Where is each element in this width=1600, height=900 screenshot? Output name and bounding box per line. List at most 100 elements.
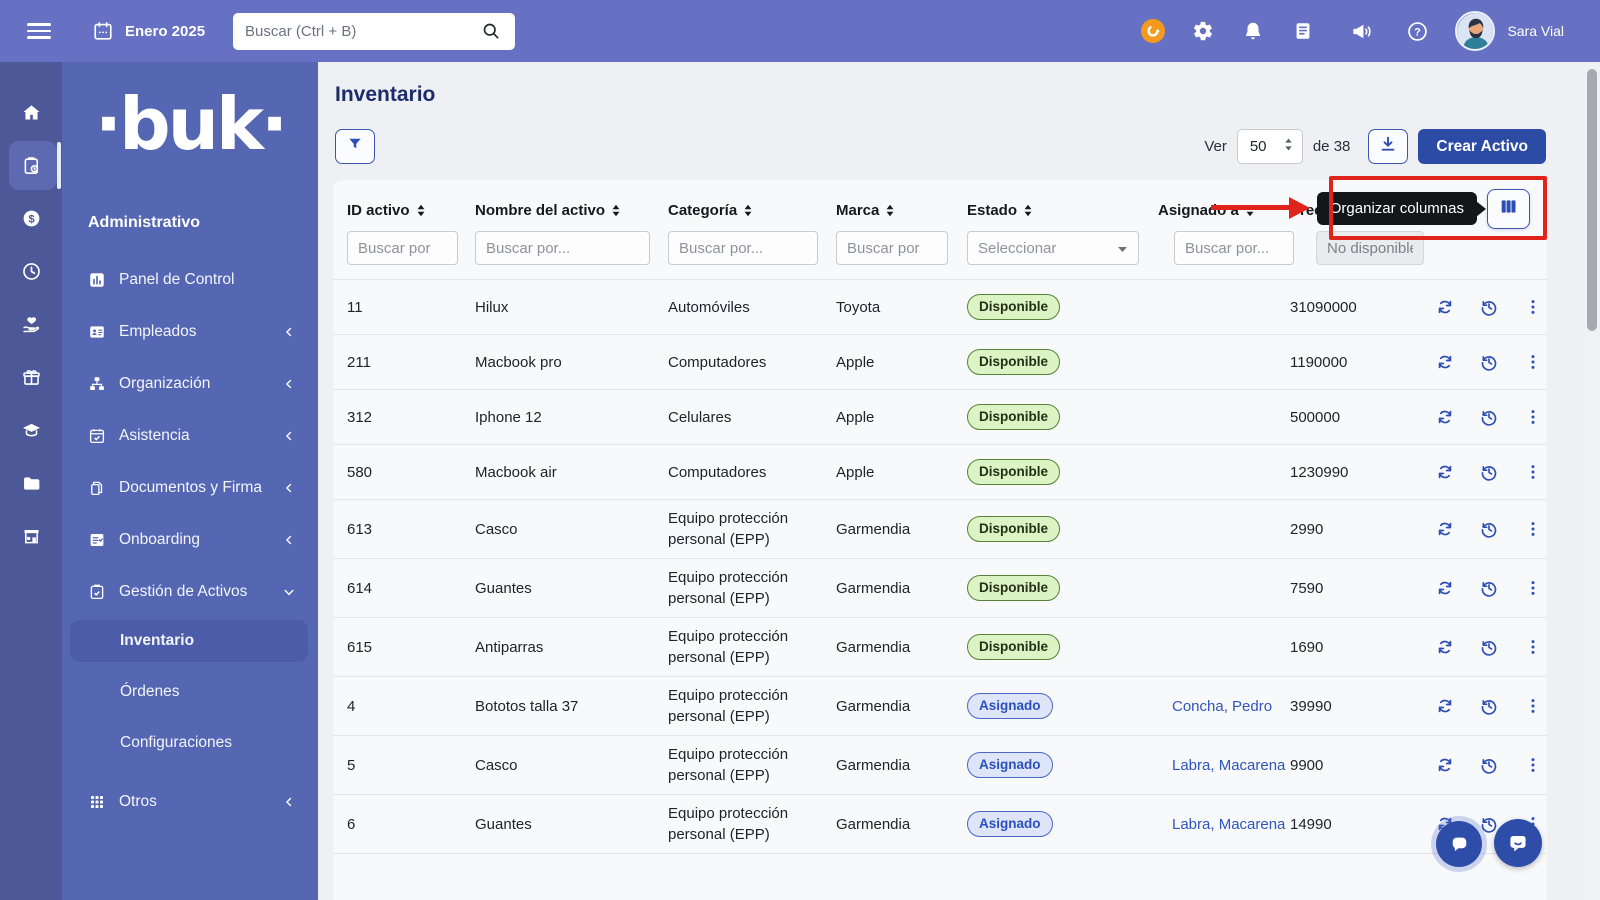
- benefits-icon[interactable]: [0, 298, 62, 351]
- assigned-link[interactable]: [1158, 354, 1172, 371]
- assigned-link[interactable]: [1158, 639, 1172, 656]
- assigned-link[interactable]: [1158, 464, 1172, 481]
- assigned-link[interactable]: [1158, 521, 1172, 538]
- sidebar-subitem-ordenes[interactable]: Órdenes: [70, 671, 308, 713]
- sync-icon[interactable]: [1435, 462, 1455, 482]
- sidebar-item-organizacion[interactable]: Organización: [62, 358, 318, 410]
- row-menu-icon[interactable]: [1523, 462, 1543, 482]
- store-icon[interactable]: [0, 510, 62, 563]
- filter-category-input[interactable]: [668, 231, 818, 265]
- history-icon[interactable]: [1479, 637, 1499, 657]
- filter-status-select[interactable]: Seleccionar: [967, 231, 1139, 265]
- caret-down-icon: [1117, 240, 1128, 257]
- row-menu-icon[interactable]: [1523, 637, 1543, 657]
- bell-icon[interactable]: [1241, 19, 1265, 43]
- messenger-button[interactable]: [1494, 819, 1542, 867]
- history-icon[interactable]: [1479, 462, 1499, 482]
- history-icon[interactable]: [1479, 297, 1499, 317]
- sidebar-item-otros[interactable]: Otros: [62, 776, 318, 828]
- hamburger-menu-icon[interactable]: [27, 19, 51, 43]
- sidebar-item-gestion-de-activos[interactable]: Gestión de Activos: [62, 566, 318, 618]
- buk-logo: ·buk·: [62, 62, 318, 173]
- sort-icon: [416, 204, 426, 217]
- sync-icon[interactable]: [1435, 578, 1455, 598]
- sidebar-item-onboarding[interactable]: Onboarding: [62, 514, 318, 566]
- row-menu-icon[interactable]: [1523, 755, 1543, 775]
- assigned-link[interactable]: Labra, Macarena: [1158, 816, 1285, 833]
- page-title: Inventario: [335, 83, 435, 107]
- row-menu-icon[interactable]: [1523, 407, 1543, 427]
- cell-id: 580: [347, 462, 475, 483]
- download-button[interactable]: [1368, 129, 1408, 164]
- create-asset-button[interactable]: Crear Activo: [1418, 129, 1546, 164]
- history-icon[interactable]: [1479, 755, 1499, 775]
- gear-icon[interactable]: [1191, 19, 1215, 43]
- history-icon[interactable]: [1479, 352, 1499, 372]
- cell-category: Equipo protección personal (EPP): [668, 567, 836, 609]
- sync-icon[interactable]: [1435, 519, 1455, 539]
- education-icon[interactable]: [0, 404, 62, 457]
- history-icon[interactable]: [1479, 407, 1499, 427]
- history-icon[interactable]: [1479, 696, 1499, 716]
- row-menu-icon[interactable]: [1523, 696, 1543, 716]
- filter-id-input[interactable]: [347, 231, 458, 265]
- user-name[interactable]: Sara Vial: [1507, 23, 1564, 39]
- cell-price: 500000: [1290, 407, 1423, 428]
- sync-icon[interactable]: [1435, 407, 1455, 427]
- sync-icon[interactable]: [1435, 696, 1455, 716]
- news-icon[interactable]: [1291, 19, 1315, 43]
- sync-icon[interactable]: [1435, 352, 1455, 372]
- column-header-marca[interactable]: Marca: [836, 202, 967, 219]
- global-search[interactable]: [233, 13, 515, 50]
- scrollbar[interactable]: [1584, 64, 1600, 900]
- column-header-nombre[interactable]: Nombre del activo: [475, 202, 668, 219]
- row-menu-icon[interactable]: [1523, 352, 1543, 372]
- filter-name-input[interactable]: [475, 231, 650, 265]
- row-menu-icon[interactable]: [1523, 519, 1543, 539]
- home-icon[interactable]: [0, 86, 62, 139]
- chat-bubble-button[interactable]: [1436, 821, 1482, 867]
- filter-brand-input[interactable]: [836, 231, 948, 265]
- sidebar-item-empleados[interactable]: Empleados: [62, 306, 318, 358]
- column-header-estado[interactable]: Estado: [967, 202, 1158, 219]
- clock-icon[interactable]: [0, 245, 62, 298]
- sidebar-item-panel-de-control[interactable]: Panel de Control: [62, 254, 318, 306]
- scrollbar-thumb[interactable]: [1587, 69, 1597, 331]
- sync-icon[interactable]: [1435, 755, 1455, 775]
- filter-assigned-input[interactable]: [1174, 231, 1294, 265]
- history-icon[interactable]: [1479, 519, 1499, 539]
- user-avatar[interactable]: [1455, 11, 1495, 51]
- history-icon[interactable]: [1479, 578, 1499, 598]
- assigned-link[interactable]: Labra, Macarena: [1158, 757, 1285, 774]
- assigned-link[interactable]: Concha, Pedro: [1158, 698, 1272, 715]
- search-icon[interactable]: [479, 19, 503, 43]
- files-icon[interactable]: [0, 457, 62, 510]
- megaphone-icon[interactable]: [1349, 19, 1373, 43]
- cell-brand: Garmendia: [836, 814, 967, 835]
- assistant-icon[interactable]: [1141, 19, 1165, 43]
- assigned-link[interactable]: [1158, 299, 1172, 316]
- assigned-link[interactable]: [1158, 580, 1172, 597]
- sidebar-item-documentos-y-firma[interactable]: Documentos y Firma: [62, 462, 318, 514]
- row-menu-icon[interactable]: [1523, 578, 1543, 598]
- money-icon[interactable]: $: [0, 192, 62, 245]
- status-badge: Disponible: [967, 575, 1060, 602]
- sync-icon[interactable]: [1435, 297, 1455, 317]
- column-header-id-activo[interactable]: ID activo: [347, 202, 475, 219]
- search-input[interactable]: [245, 23, 479, 40]
- period-selector[interactable]: Enero 2025: [91, 19, 205, 43]
- sidebar-subitem-configuraciones[interactable]: Configuraciones: [70, 722, 308, 764]
- filter-button[interactable]: [335, 129, 375, 164]
- sync-icon[interactable]: [1435, 637, 1455, 657]
- row-menu-icon[interactable]: [1523, 297, 1543, 317]
- organize-columns-button[interactable]: [1487, 189, 1530, 229]
- assigned-link[interactable]: [1158, 409, 1172, 426]
- cell-id: 11: [347, 297, 475, 318]
- asset-management-icon[interactable]: [0, 139, 62, 192]
- help-icon[interactable]: ?: [1405, 19, 1429, 43]
- column-header-categoria[interactable]: Categoría: [668, 202, 836, 219]
- gift-icon[interactable]: [0, 351, 62, 404]
- sidebar-item-asistencia[interactable]: Asistencia: [62, 410, 318, 462]
- page-size-select[interactable]: 50: [1237, 129, 1303, 164]
- sidebar-subitem-inventario[interactable]: Inventario: [70, 620, 308, 662]
